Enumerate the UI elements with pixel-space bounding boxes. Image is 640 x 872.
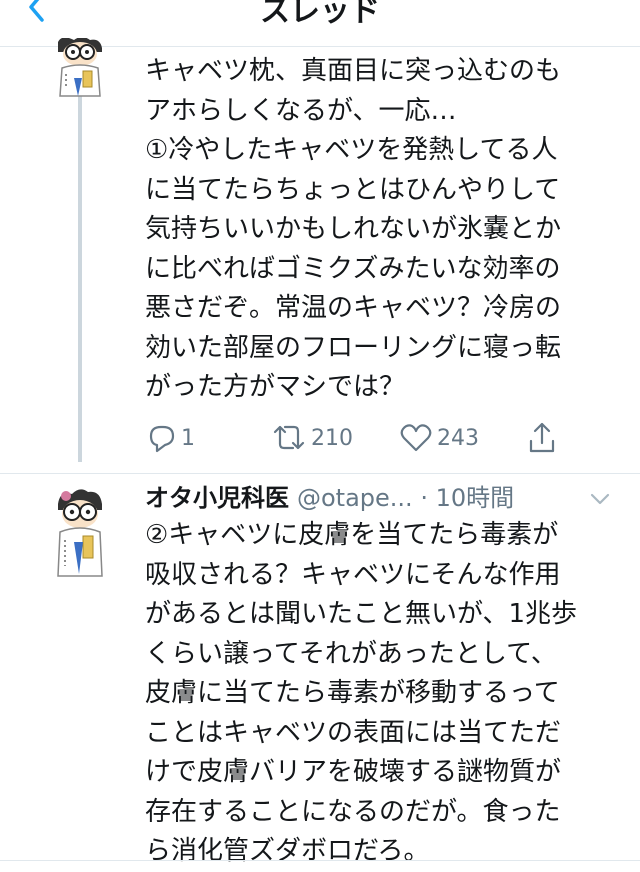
bottom-divider [0, 860, 640, 861]
share-icon [529, 422, 555, 453]
author-avatar[interactable] [52, 486, 108, 580]
tweet-text: キャベツ枕、真面目に突っ込むのも アホらしくなるが、一応… ①冷やしたキャベツを… [145, 56, 562, 402]
page-title: スレッド [260, 0, 380, 29]
like-button[interactable]: 243 [399, 418, 479, 458]
share-button[interactable] [527, 418, 557, 458]
chevron-down-icon[interactable] [589, 492, 611, 506]
heart-icon [400, 424, 432, 452]
retweet-icon [273, 425, 305, 450]
tweet-divider [0, 473, 640, 474]
author-name[interactable]: オタ小児科医 [145, 484, 289, 512]
reply-icon [149, 425, 175, 453]
retweet-count: 210 [311, 425, 353, 451]
author-handle[interactable]: @otape... [297, 484, 413, 512]
tweet-timestamp: · 10時間 [420, 484, 515, 512]
tweet-header: オタ小児科医 @otape... · 10時間 [145, 480, 625, 516]
reply-count: 1 [181, 425, 195, 451]
like-count: 243 [437, 425, 479, 451]
reply-button[interactable]: 1 [145, 418, 195, 458]
author-avatar[interactable] [52, 38, 108, 98]
tweet-actions: 1 210 243 [145, 418, 585, 458]
tweet-text: ②キャベツに皮膚を当てたら毒素が 吸収される？キャベツにそんな作用 があるとは聞… [145, 520, 578, 866]
thread-connector-line [78, 96, 82, 462]
retweet-button[interactable]: 210 [271, 418, 353, 458]
